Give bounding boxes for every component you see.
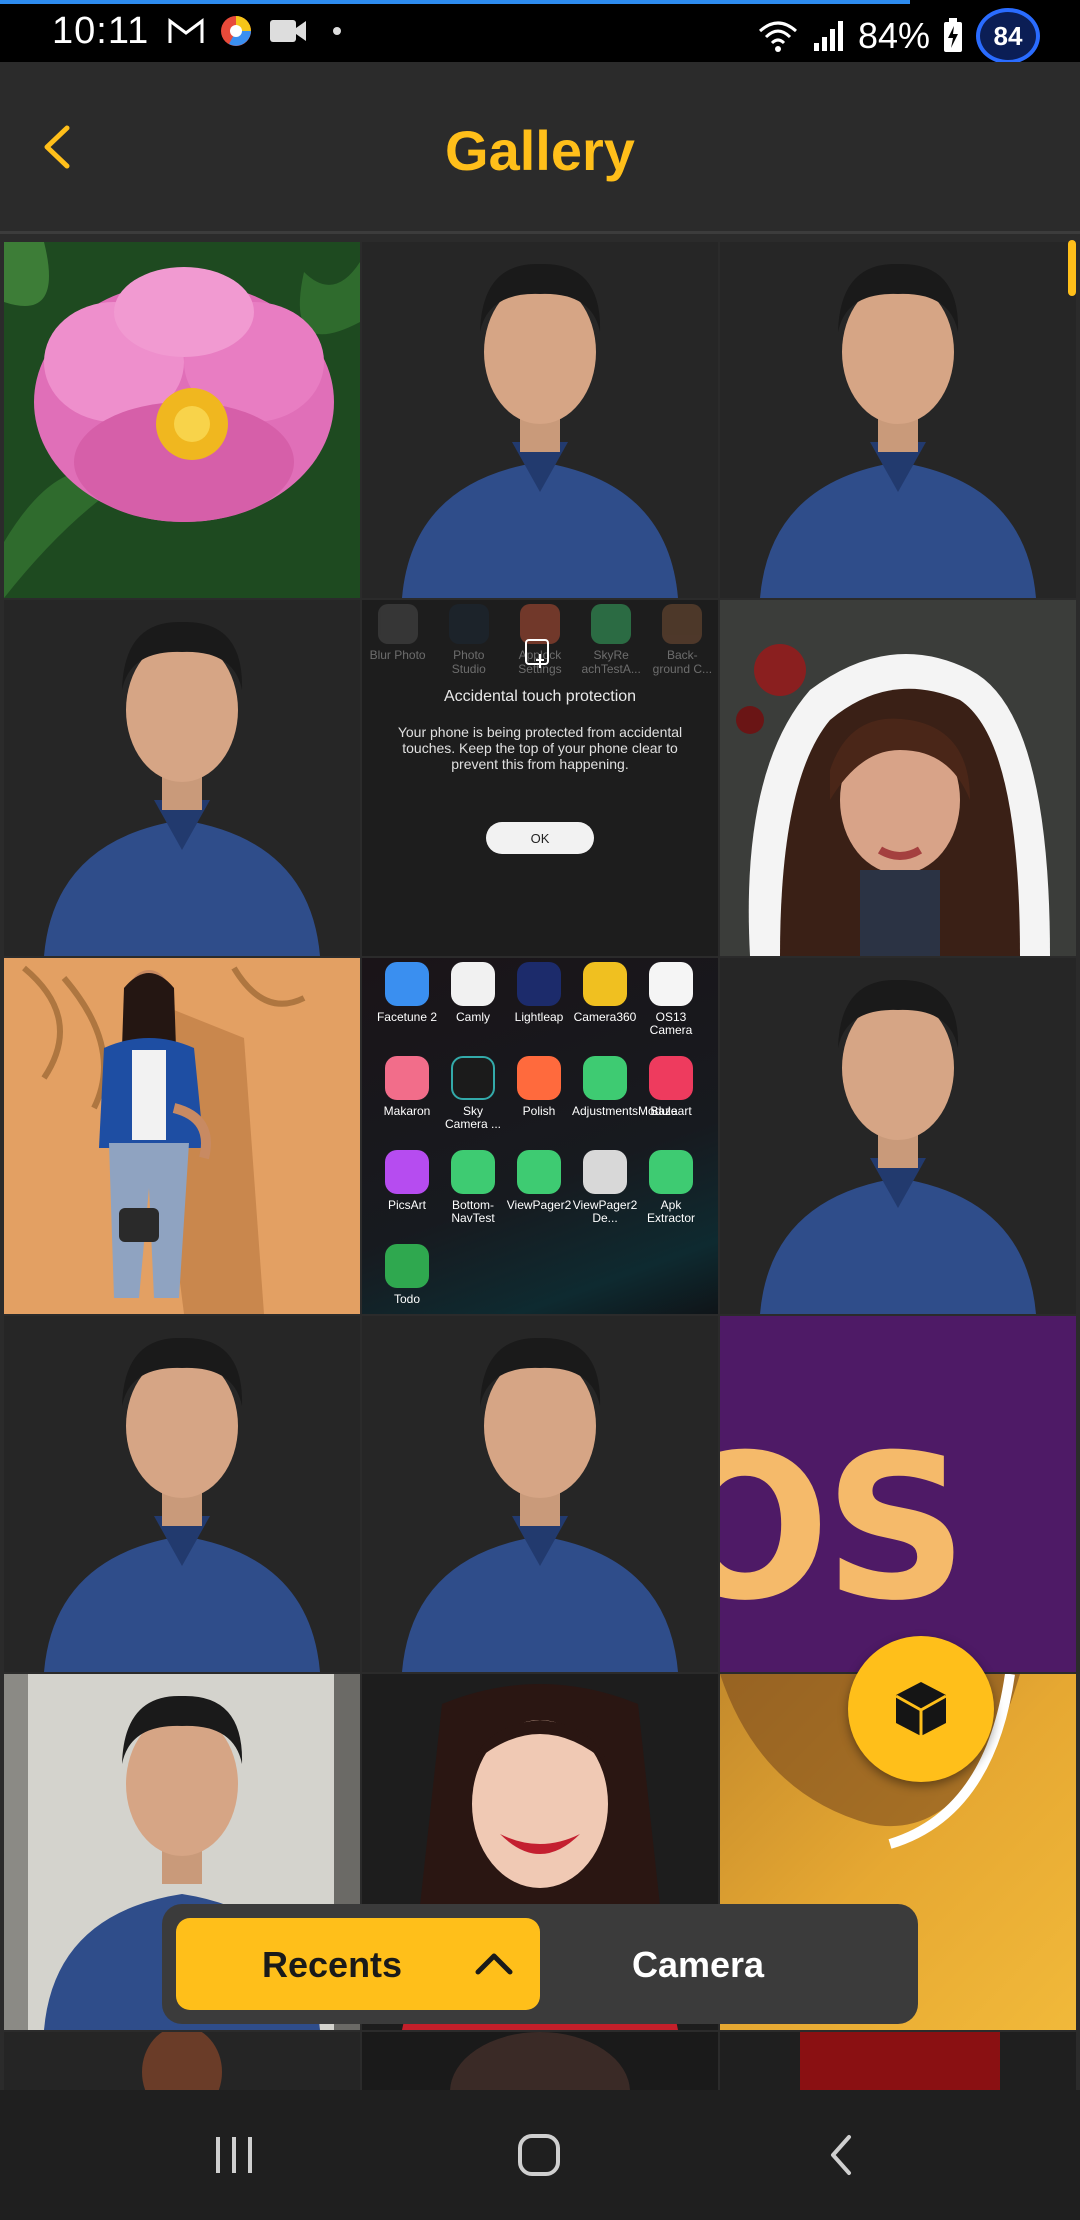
chevron-up-icon — [475, 1953, 513, 1975]
system-nav-bar — [0, 2090, 1080, 2220]
signal-icon — [813, 21, 843, 51]
photo-tile-partial[interactable] — [362, 2032, 718, 2090]
app-header: Gallery — [0, 62, 1080, 234]
app-grid-item: OS13 Camera — [638, 962, 704, 1037]
app-grid-item: Todo — [374, 1244, 440, 1306]
home-icon — [518, 2134, 560, 2176]
dialog-ok-button: OK — [486, 822, 594, 854]
touch-protection-icon — [525, 639, 549, 668]
photo-tile-portrait[interactable] — [4, 1316, 360, 1672]
photo-tile-woman-sticker[interactable] — [720, 600, 1076, 956]
status-bar: 10:11 84% 84 — [0, 0, 1080, 64]
photo-tile-woman-orange[interactable] — [4, 958, 360, 1314]
gmail-icon — [166, 14, 206, 48]
home-button[interactable] — [494, 2120, 584, 2190]
photo-tile-flower[interactable] — [4, 242, 360, 598]
photo-tile-portrait[interactable] — [362, 242, 718, 598]
overlay-badge[interactable]: 84 — [976, 8, 1040, 64]
app-grid-item: Bottom-NavTest — [440, 1150, 506, 1225]
photo-tile-portrait[interactable] — [720, 958, 1076, 1314]
album-switcher: Recents Camera — [162, 1904, 918, 2024]
app-notification-icon — [216, 14, 256, 48]
screenshot-app: Back-ground C... — [652, 604, 712, 676]
wifi-icon — [758, 21, 797, 52]
fab-button[interactable] — [848, 1636, 994, 1782]
photo-tile-portrait[interactable] — [720, 242, 1076, 598]
status-right: 84% 84 — [756, 8, 1040, 64]
app-grid-item: Apk Extractor — [638, 1150, 704, 1225]
app-grid-item: Camly — [440, 962, 506, 1024]
photo-tile-os-graphic[interactable]: OS — [720, 1316, 1076, 1672]
app-grid-item: Lightleap — [506, 962, 572, 1024]
recent-apps-button[interactable] — [190, 2120, 280, 2190]
screenshot-app: SkyRe achTestA... — [581, 604, 641, 676]
screenshot-app: Photo Studio — [439, 604, 499, 676]
app-grid-item: Sky Camera ... — [440, 1056, 506, 1131]
back-icon — [831, 2135, 851, 2175]
recent-apps-icon — [216, 2137, 252, 2173]
page-title: Gallery — [445, 119, 635, 182]
app-grid-item: AdjustmentsModule — [572, 1056, 677, 1118]
app-grid-item: Polish — [506, 1056, 572, 1118]
nav-back-button[interactable] — [796, 2120, 886, 2190]
os-graphic-text: OS — [720, 1412, 968, 1645]
app-grid-item: Makaron — [374, 1056, 440, 1118]
dialog-title: Accidental touch protection — [443, 688, 637, 705]
scrollbar-thumb[interactable] — [1068, 240, 1076, 296]
battery-charging-icon — [944, 18, 962, 52]
photo-grid[interactable]: Blur Photo Photo Studio Applock Settings… — [0, 238, 1080, 2090]
video-camera-icon — [266, 14, 310, 48]
app-grid-item: Facetune 2 — [374, 962, 440, 1024]
battery-percent: 84% — [857, 15, 930, 56]
app-grid-item: ViewPager2 — [506, 1150, 572, 1212]
app-grid-item: PicsArt — [374, 1150, 440, 1212]
photo-tile-partial[interactable] — [4, 2032, 360, 2090]
photo-tile-app-grid[interactable]: Facetune 2 Camly Lightleap Camera360 OS1… — [362, 958, 718, 1314]
photo-tile-screenshot[interactable]: Blur Photo Photo Studio Applock Settings… — [362, 600, 718, 956]
app-grid-item: Bazaart — [638, 1056, 704, 1118]
status-time: 10:11 — [52, 10, 150, 52]
photo-tile-portrait[interactable] — [4, 600, 360, 956]
screenshot-app: Blur Photo — [368, 604, 428, 676]
photo-tile-partial[interactable] — [720, 2032, 1076, 2090]
app-grid-item: Camera360 — [572, 962, 638, 1024]
app-grid-item: ViewPager2 De... — [572, 1150, 638, 1225]
cube-icon — [895, 1682, 947, 1736]
photo-tile-portrait[interactable] — [362, 1316, 718, 1672]
gallery-screen: 10:11 84% 84 Gallery Blur Photo Photo St… — [0, 0, 1080, 2220]
recents-button[interactable]: Recents — [176, 1918, 540, 2010]
progress-indicator — [0, 0, 910, 4]
recents-label: Recents — [262, 1944, 403, 1985]
dialog-body: Your phone is being protected from accid… — [397, 724, 683, 772]
camera-album-button[interactable]: Camera — [632, 1944, 764, 1986]
more-notifications-dot — [330, 14, 344, 48]
